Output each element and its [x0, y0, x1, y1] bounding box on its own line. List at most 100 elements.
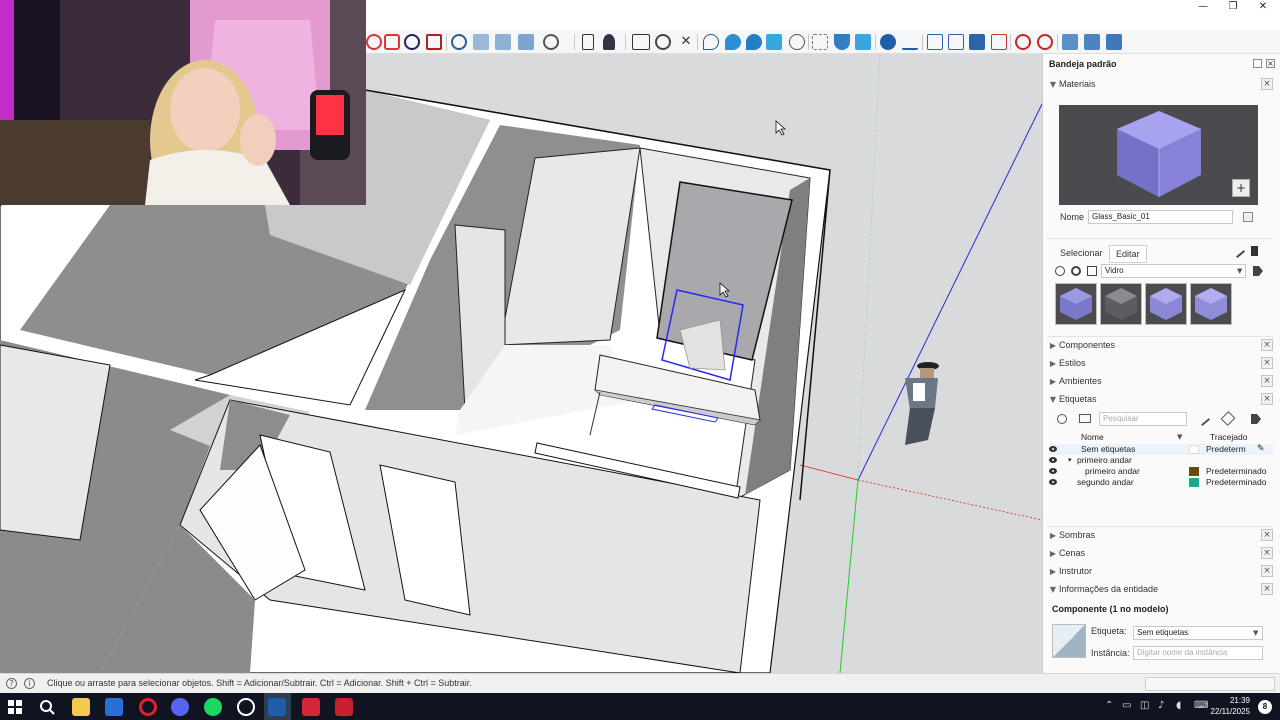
move-icon[interactable]	[1015, 34, 1031, 50]
add-tag-folder-icon[interactable]	[1079, 414, 1091, 423]
taskbar-clock[interactable]: 21:39 22/11/2025	[1211, 695, 1250, 717]
sandbox-drape-icon[interactable]	[746, 34, 762, 50]
layout-app-icon[interactable]	[335, 698, 353, 716]
section-fill-icon[interactable]	[518, 34, 534, 50]
water-drop-active-icon[interactable]	[766, 34, 782, 50]
maximize-button[interactable]: ❐	[1218, 0, 1248, 14]
expand-toggle-icon[interactable]: ▾	[1068, 455, 1072, 466]
smoove-icon[interactable]	[789, 34, 805, 50]
material-library-select[interactable]: Vidro	[1101, 264, 1246, 278]
measure-line-icon[interactable]	[902, 34, 918, 50]
duplicate-material-icon[interactable]	[1243, 212, 1253, 222]
new-file-icon[interactable]	[582, 34, 594, 50]
chatgpt-icon[interactable]	[237, 698, 255, 716]
tags-search-input[interactable]: Pesquisar	[1099, 412, 1187, 426]
section-plane-icon[interactable]	[451, 34, 467, 50]
tag-row[interactable]: Sem etiquetas Predeterm ✎	[1049, 444, 1273, 455]
sample-paint-icon[interactable]	[1230, 243, 1246, 259]
discord-icon[interactable]	[171, 698, 189, 716]
styles-panel-header[interactable]: ▶ Estilos ×	[1047, 355, 1273, 371]
add-material-icon[interactable]: +	[1232, 179, 1250, 197]
tags-col-dash[interactable]: Tracejado	[1210, 432, 1247, 442]
in-model-icon[interactable]	[1071, 266, 1081, 276]
app-a-icon[interactable]	[105, 698, 123, 716]
settings-icon[interactable]	[655, 34, 671, 50]
component-icon[interactable]	[632, 34, 650, 50]
material-swatch[interactable]	[1145, 283, 1187, 325]
tag-row[interactable]: segundo andar Predeterminado	[1049, 477, 1273, 488]
file-explorer-icon[interactable]	[72, 698, 90, 716]
home-icon[interactable]	[1087, 266, 1097, 276]
crosshair-icon[interactable]	[812, 34, 828, 50]
tab-edit[interactable]: Editar	[1109, 245, 1147, 263]
materials-panel-header[interactable]: ▼ Materiais ×	[1047, 76, 1273, 92]
sketchup-icon[interactable]	[268, 698, 286, 716]
close-button[interactable]: ✕	[1248, 0, 1278, 14]
visibility-eye-icon[interactable]	[1049, 468, 1057, 474]
close-icon[interactable]: ×	[1261, 393, 1273, 405]
tags-col-name[interactable]: Nome	[1081, 432, 1104, 442]
rotate-icon[interactable]	[1037, 34, 1053, 50]
user-icon[interactable]	[603, 34, 615, 50]
info-icon[interactable]: i	[24, 678, 35, 689]
tab-select[interactable]: Selecionar	[1060, 248, 1103, 258]
close-icon[interactable]: ×	[1261, 375, 1273, 387]
tray-pin-icon[interactable]	[1253, 59, 1262, 68]
tag-tool-icon[interactable]	[1195, 411, 1211, 427]
minimize-button[interactable]: —	[1188, 0, 1218, 14]
pencil-icon[interactable]: ✎	[1257, 444, 1265, 455]
visibility-eye-icon[interactable]	[1049, 457, 1057, 463]
measurements-box[interactable]	[1145, 677, 1275, 691]
details-arrow-icon[interactable]	[1253, 266, 1263, 276]
create-material-icon[interactable]	[1055, 266, 1065, 276]
close-icon[interactable]: ×	[1261, 547, 1273, 559]
material-name-input[interactable]: Glass_Basic_01	[1088, 210, 1233, 224]
stack-icon-1[interactable]	[1062, 34, 1078, 50]
tag-folder-row[interactable]: ▾ primeiro andar	[1049, 455, 1273, 466]
volume-icon[interactable]: ◖	[1176, 700, 1181, 711]
material-swatch[interactable]	[1190, 283, 1232, 325]
tray-close-icon[interactable]: ×	[1266, 59, 1275, 68]
notification-badge[interactable]: 8	[1258, 700, 1272, 714]
components-panel-header[interactable]: ▶ Componentes ×	[1047, 337, 1273, 353]
color-by-tag-icon[interactable]	[1220, 411, 1236, 426]
environments-panel-header[interactable]: ▶ Ambientes ×	[1047, 373, 1273, 389]
tag-color-swatch[interactable]	[1189, 445, 1199, 454]
close-x-icon[interactable]: ✕	[678, 34, 694, 50]
chevron-up-icon[interactable]: ⌃	[1105, 700, 1113, 711]
close-icon[interactable]: ×	[1261, 357, 1273, 369]
visibility-eye-icon[interactable]	[1049, 446, 1057, 452]
instructor-panel-header[interactable]: ▶ Instrutor ×	[1047, 563, 1273, 579]
scenes-panel-header[interactable]: ▶ Cenas ×	[1047, 545, 1273, 561]
tag-row[interactable]: primeiro andar Predeterminado	[1049, 466, 1273, 477]
language-icon[interactable]: ⌨	[1194, 700, 1208, 711]
paint-bucket-icon[interactable]	[1251, 246, 1258, 256]
orbit-icon[interactable]	[366, 34, 382, 50]
close-icon[interactable]: ×	[1261, 529, 1273, 541]
material-swatch[interactable]	[1100, 283, 1142, 325]
close-icon[interactable]: ×	[1261, 339, 1273, 351]
tag-color-swatch[interactable]	[1189, 478, 1199, 487]
material-swatch[interactable]	[1055, 283, 1097, 325]
close-icon[interactable]: ×	[1261, 78, 1273, 90]
streaming-app-icon[interactable]	[302, 698, 320, 716]
section-cuts-icon[interactable]	[495, 34, 511, 50]
stack-icon-3[interactable]	[1106, 34, 1122, 50]
search-icon[interactable]	[38, 698, 56, 716]
visibility-eye-icon[interactable]	[1049, 479, 1057, 485]
solid-shell-icon[interactable]	[969, 34, 985, 50]
magnet-icon[interactable]	[834, 34, 850, 50]
display-section-icon[interactable]	[473, 34, 489, 50]
instance-name-input[interactable]: Digitar nome da instância	[1133, 646, 1263, 660]
zoom-icon[interactable]	[404, 34, 420, 50]
sandbox-icon[interactable]	[703, 34, 719, 50]
sandbox-stamp-icon[interactable]	[725, 34, 741, 50]
windows-start-icon[interactable]	[6, 698, 24, 716]
pan-icon[interactable]	[384, 34, 400, 50]
geo-status-icon[interactable]: ?	[6, 678, 17, 689]
zoom-extents-icon[interactable]	[426, 34, 442, 50]
stack-icon-2[interactable]	[1084, 34, 1100, 50]
shadows-panel-header[interactable]: ▶ Sombras ×	[1047, 527, 1273, 543]
add-tag-icon[interactable]	[1057, 414, 1067, 424]
solid-intersect-icon[interactable]	[948, 34, 964, 50]
